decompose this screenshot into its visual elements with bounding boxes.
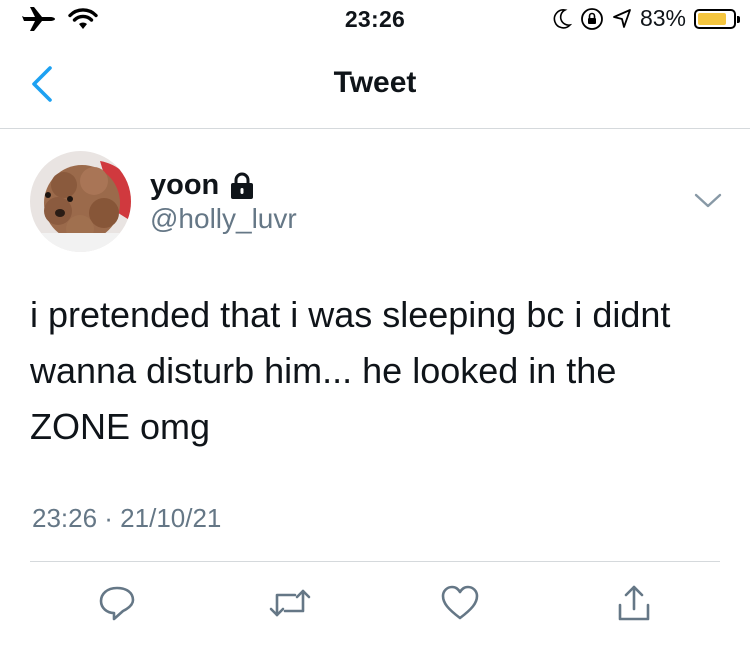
retweet-button[interactable]	[268, 581, 312, 625]
status-bar: 23:26 83%	[0, 0, 750, 40]
share-icon	[618, 585, 650, 621]
nav-bar: Tweet	[0, 40, 750, 129]
page-title: Tweet	[333, 66, 417, 99]
name-row: yoon	[150, 169, 255, 202]
tweet-text: i pretended that i was sleeping bc i did…	[30, 294, 671, 447]
reply-icon	[99, 586, 135, 621]
location-icon	[613, 8, 631, 28]
share-button[interactable]	[612, 581, 656, 625]
tweet-timestamp: 23:26 · 21/10/21	[32, 503, 222, 533]
moon-icon	[553, 8, 572, 29]
avatar[interactable]	[30, 151, 131, 252]
retweet-icon	[269, 589, 311, 617]
handle[interactable]: @holly_luvr	[150, 203, 297, 235]
action-bar	[0, 581, 750, 631]
battery-icon	[694, 8, 740, 29]
display-name[interactable]: yoon	[150, 169, 219, 202]
heart-icon	[441, 585, 479, 620]
battery-level	[698, 12, 726, 25]
battery-nub	[737, 15, 740, 23]
reply-button[interactable]	[95, 581, 139, 625]
battery-percent: 83%	[639, 5, 686, 31]
lock-icon	[231, 172, 254, 199]
avatar-image	[30, 151, 131, 252]
like-button[interactable]	[438, 581, 482, 625]
status-right: 83%	[552, 5, 740, 32]
divider	[30, 561, 720, 562]
chevron-down-icon[interactable]	[693, 191, 723, 211]
orientation-lock-icon	[581, 7, 603, 30]
